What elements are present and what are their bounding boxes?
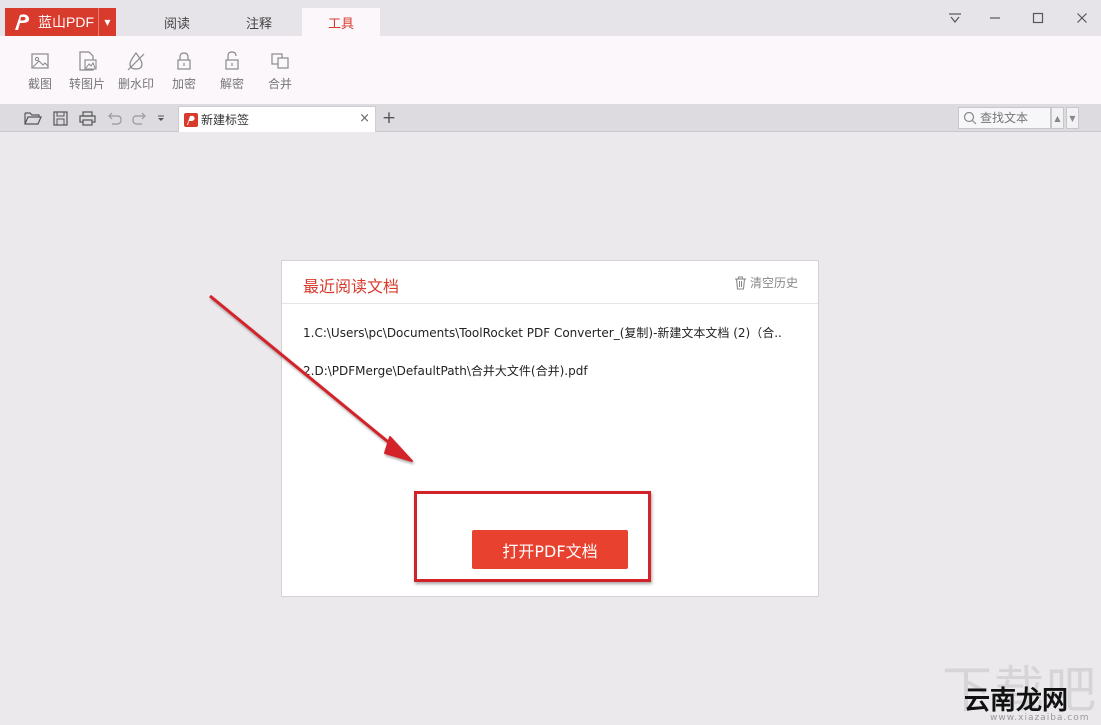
annotation-arrow xyxy=(209,294,413,462)
watermark-url: www.xiazaiba.com xyxy=(990,713,1090,723)
watermark-logo: 云南龙网 xyxy=(964,686,1069,716)
highlight-box xyxy=(414,491,651,582)
